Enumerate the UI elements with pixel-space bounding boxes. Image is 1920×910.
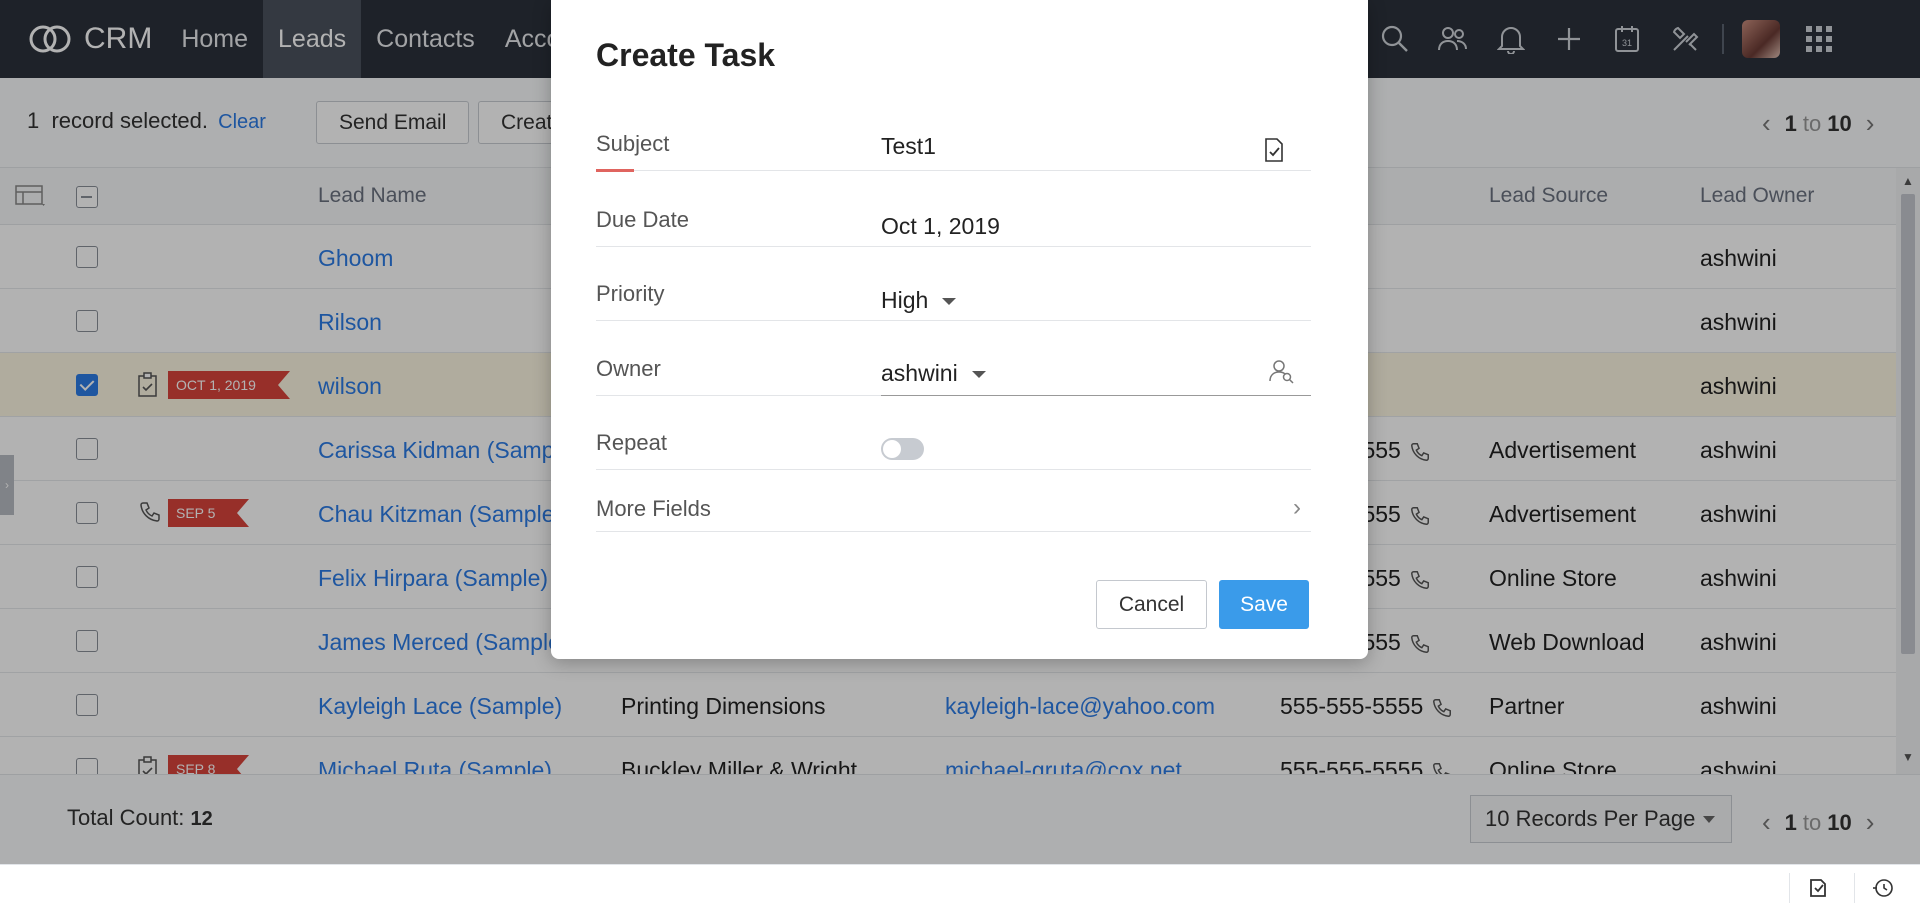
create-task-dialog: Create Task Subject Test1 Due Date Oct 1…: [551, 0, 1368, 659]
owner-label: Owner: [596, 356, 661, 381]
notes-icon[interactable]: [1789, 873, 1845, 903]
save-button[interactable]: Save: [1219, 580, 1309, 629]
priority-field: Priority High: [596, 275, 1311, 321]
chevron-down-icon: [971, 371, 986, 379]
more-fields-label: More Fields: [596, 496, 711, 521]
subject-input[interactable]: Test1: [881, 133, 936, 160]
repeat-toggle[interactable]: [881, 438, 924, 460]
owner-value: ashwini: [881, 360, 958, 386]
dialog-title: Create Task: [596, 37, 776, 73]
priority-select[interactable]: High: [881, 287, 957, 314]
owner-input-underline: [881, 395, 1311, 396]
owner-field: Owner ashwini: [596, 350, 1311, 396]
due-date-input[interactable]: Oct 1, 2019: [881, 213, 1000, 240]
owner-select[interactable]: ashwini: [881, 360, 986, 387]
repeat-label: Repeat: [596, 430, 667, 455]
chevron-down-icon: [942, 298, 957, 306]
repeat-field: Repeat: [596, 424, 1311, 470]
more-fields-row[interactable]: More Fields ›: [596, 490, 1311, 532]
due-date-label: Due Date: [596, 207, 689, 232]
subject-label: Subject: [596, 131, 670, 156]
priority-label: Priority: [596, 281, 665, 306]
divider: [596, 395, 881, 396]
required-indicator: [596, 169, 634, 172]
subject-field: Subject Test1: [596, 125, 1311, 172]
status-bar: [0, 864, 1920, 910]
cancel-button[interactable]: Cancel: [1096, 580, 1207, 629]
history-icon[interactable]: [1854, 873, 1910, 903]
chevron-right-icon: ›: [1293, 494, 1301, 521]
user-lookup-icon[interactable]: [1268, 358, 1294, 384]
subject-picker-icon[interactable]: [1262, 137, 1286, 163]
priority-value: High: [881, 287, 929, 313]
due-date-field: Due Date Oct 1, 2019: [596, 201, 1311, 247]
